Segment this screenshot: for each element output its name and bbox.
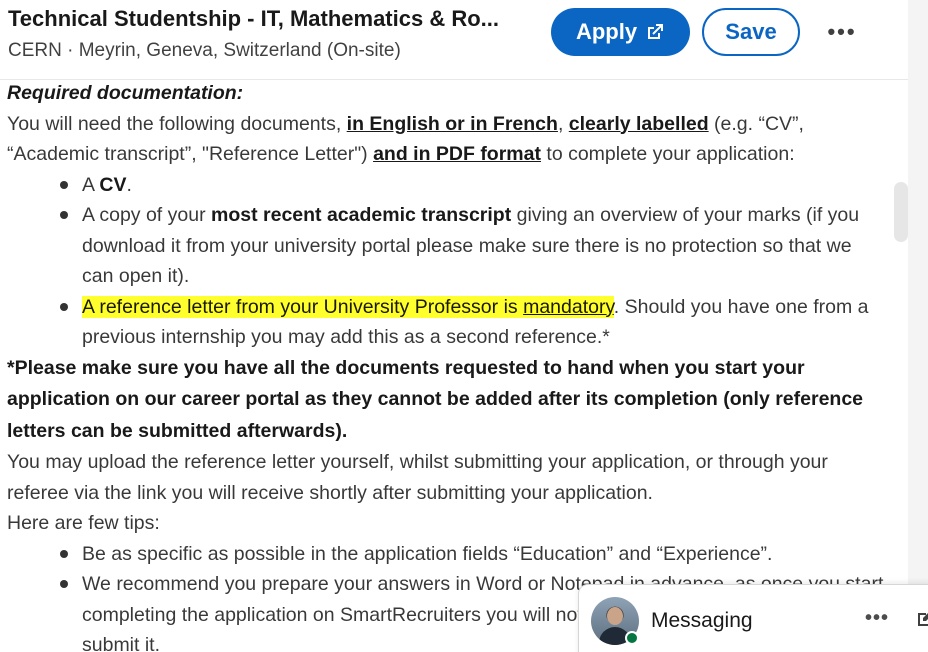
intro-pdf-requirement: and in PDF format xyxy=(373,143,541,165)
list-item: A copy of your most recent academic tran… xyxy=(7,200,887,292)
online-status-icon xyxy=(625,631,639,645)
highlighted-text: A reference letter from your University … xyxy=(82,295,614,318)
list-item: A CV. xyxy=(7,170,887,201)
job-subtitle: CERN · Meyrin, Geneva, Switzerland (On-s… xyxy=(8,40,401,61)
save-button[interactable]: Save xyxy=(702,8,800,56)
tips-heading: Here are few tips: xyxy=(7,512,160,534)
avatar-face-shape xyxy=(607,607,623,625)
apply-button-label: Apply xyxy=(575,19,638,44)
documents-notice: *Please make sure you have all the docum… xyxy=(7,356,864,442)
required-documentation-heading: Required documentation: xyxy=(7,82,244,104)
doc-reference-highlight: A reference letter from your University … xyxy=(82,295,524,318)
scrollbar-track[interactable] xyxy=(908,0,928,652)
messaging-more-button[interactable]: ••• xyxy=(865,607,889,630)
job-title[interactable]: Technical Studentship - IT, Mathematics … xyxy=(8,6,499,32)
doc-cv-post: . xyxy=(126,173,132,196)
doc-cv-pre: A xyxy=(82,173,100,196)
documents-intro: You will need the following documents, i… xyxy=(7,109,887,170)
more-options-button[interactable]: ••• xyxy=(820,14,864,50)
apply-button[interactable]: Apply xyxy=(551,8,690,56)
upload-instructions: You may upload the reference letter your… xyxy=(7,451,828,504)
list-item: Be as specific as possible in the applic… xyxy=(7,539,887,570)
messaging-label: Messaging xyxy=(651,609,753,632)
doc-transcript-bold: most recent academic transcript xyxy=(211,204,512,226)
list-item: A reference letter from your University … xyxy=(7,292,887,353)
messaging-bar[interactable]: Messaging ••• xyxy=(578,584,928,652)
compose-message-icon[interactable] xyxy=(915,609,928,629)
doc-reference-mandatory: mandatory xyxy=(523,295,614,318)
external-link-icon xyxy=(648,24,664,39)
scrollbar-thumb[interactable] xyxy=(894,182,908,242)
intro-text-4: to complete your application: xyxy=(540,143,795,165)
intro-language-requirement: in English or in French xyxy=(346,112,558,135)
intro-text-2: , xyxy=(557,112,569,135)
intro-text-1: You will need the following documents, xyxy=(7,112,347,135)
job-description: Required documentation: You will need th… xyxy=(7,78,887,652)
job-header: Technical Studentship - IT, Mathematics … xyxy=(0,0,908,80)
intro-labelled-requirement: clearly labelled xyxy=(568,112,709,135)
documents-list: A CV. A copy of your most recent academi… xyxy=(7,170,887,353)
doc-cv-bold: CV xyxy=(99,173,127,196)
doc-transcript-pre: A copy of your xyxy=(82,204,211,226)
